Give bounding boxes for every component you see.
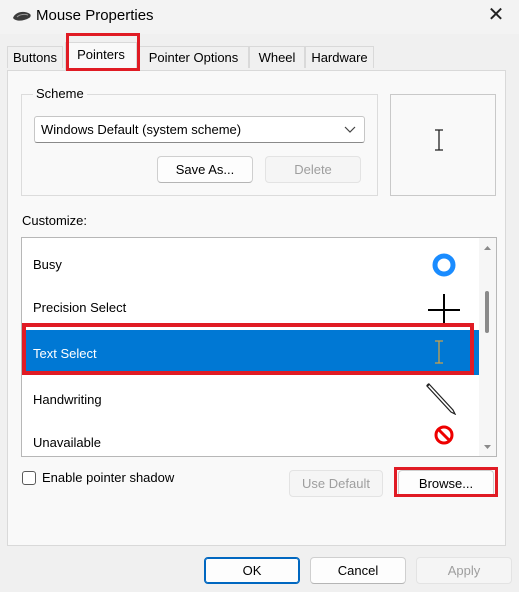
tab-hardware[interactable]: Hardware — [305, 46, 374, 68]
browse-button[interactable]: Browse... — [398, 470, 494, 497]
cancel-button[interactable]: Cancel — [310, 557, 406, 584]
text-beam-icon — [435, 340, 443, 364]
chevron-down-icon — [344, 126, 356, 133]
list-item-text-select[interactable]: Text Select — [23, 330, 479, 375]
title-bar: Mouse Properties ✕ — [0, 0, 519, 34]
scheme-selected-value: Windows Default (system scheme) — [41, 122, 242, 137]
use-default-button[interactable]: Use Default — [289, 470, 383, 497]
pointer-preview — [390, 94, 496, 196]
text-beam-icon — [435, 129, 443, 151]
scroll-thumb[interactable] — [485, 291, 489, 333]
scheme-dropdown[interactable]: Windows Default (system scheme) — [34, 116, 365, 143]
pointer-list: Busy Precision Select Text Select Handwr… — [21, 237, 497, 457]
list-item-handwriting[interactable]: Handwriting — [23, 375, 479, 420]
ok-button[interactable]: OK — [204, 557, 300, 584]
list-item-unavailable[interactable]: Unavailable — [23, 420, 479, 456]
tab-pointer-options[interactable]: Pointer Options — [138, 46, 249, 68]
mouse-icon — [13, 11, 31, 21]
pointer-list-scrollbar[interactable] — [479, 238, 496, 456]
crosshair-icon — [428, 294, 460, 326]
list-item-precision-select[interactable]: Precision Select — [23, 285, 479, 330]
scheme-label: Scheme — [33, 86, 87, 102]
window-title: Mouse Properties — [36, 7, 154, 24]
scroll-up-icon[interactable] — [483, 244, 492, 253]
tab-pointers[interactable]: Pointers — [65, 42, 137, 70]
tab-wheel[interactable]: Wheel — [249, 46, 305, 68]
tab-buttons[interactable]: Buttons — [7, 46, 63, 68]
close-icon: ✕ — [487, 4, 505, 26]
save-as-button[interactable]: Save As... — [157, 156, 253, 183]
busy-ring-icon — [432, 253, 456, 277]
customize-label: Customize: — [22, 213, 88, 228]
scroll-down-icon[interactable] — [483, 442, 492, 451]
delete-button[interactable]: Delete — [265, 156, 361, 183]
list-item-busy[interactable]: Busy — [23, 240, 479, 285]
mouse-properties-dialog: Mouse Properties ✕ Buttons Pointers Poin… — [0, 0, 519, 592]
apply-button[interactable]: Apply — [416, 557, 512, 584]
close-button[interactable]: ✕ — [473, 0, 519, 30]
pointer-shadow-label: Enable pointer shadow — [42, 470, 175, 485]
pen-icon — [426, 383, 457, 415]
pointer-shadow-checkbox[interactable] — [22, 471, 36, 485]
unavailable-icon — [434, 425, 454, 445]
